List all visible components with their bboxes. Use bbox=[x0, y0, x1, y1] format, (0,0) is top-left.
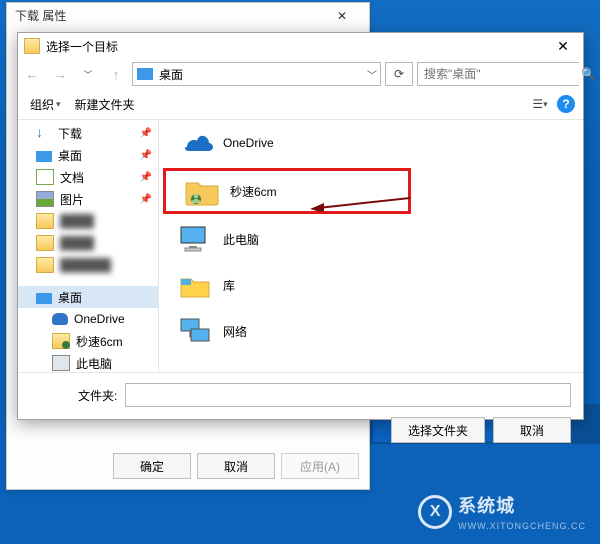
onedrive-icon bbox=[177, 127, 213, 159]
help-icon[interactable]: ? bbox=[557, 95, 575, 113]
user-folder-icon bbox=[184, 175, 220, 207]
picker-title: 选择一个目标 bbox=[46, 38, 118, 55]
list-item-thispc[interactable]: 此电脑 bbox=[159, 216, 583, 262]
file-list: OneDrive 秒速6cm 此电脑 bbox=[159, 120, 583, 372]
chevron-down-icon[interactable]: ﹀ bbox=[364, 67, 380, 82]
desktop-icon bbox=[36, 151, 52, 162]
pin-icon: 📌 bbox=[140, 194, 152, 205]
folder-input[interactable] bbox=[125, 383, 571, 407]
address-bar[interactable]: ﹀ bbox=[132, 62, 381, 86]
sidebar-item-pictures[interactable]: 图片📌 bbox=[18, 188, 158, 210]
pin-icon: 📌 bbox=[140, 150, 152, 161]
watermark-brand: 系统城 bbox=[458, 496, 515, 516]
up-icon[interactable]: ↑ bbox=[104, 62, 128, 86]
sidebar-item-thispc[interactable]: 此电脑 bbox=[18, 352, 158, 372]
this-pc-icon bbox=[52, 355, 70, 371]
pictures-icon bbox=[36, 191, 54, 207]
properties-title: 下载 属性 bbox=[15, 3, 66, 29]
desktop-icon bbox=[137, 68, 153, 80]
folder-icon bbox=[36, 257, 54, 273]
back-icon: ← bbox=[20, 62, 44, 86]
watermark-domain: WWW.XITONGCHENG.CC bbox=[458, 521, 586, 531]
user-folder-icon bbox=[52, 333, 70, 349]
pin-icon: 📌 bbox=[140, 128, 152, 139]
sidebar-item-blurred[interactable]: ████ bbox=[18, 232, 158, 254]
navigation-sidebar: 下载📌 桌面📌 文档📌 图片📌 ████ ████ ██████ 桌面 OneD… bbox=[18, 120, 159, 372]
sidebar-item-desktop-root[interactable]: 桌面 bbox=[18, 286, 158, 308]
cancel-button[interactable]: 取消 bbox=[493, 417, 571, 443]
this-pc-icon bbox=[177, 223, 213, 255]
pin-icon: 📌 bbox=[140, 172, 152, 183]
sidebar-item-user[interactable]: 秒速6cm bbox=[18, 330, 158, 352]
organize-menu[interactable]: 组织 ▾ bbox=[26, 94, 65, 115]
search-box[interactable]: 🔍 bbox=[417, 62, 579, 86]
ok-button[interactable]: 确定 bbox=[113, 453, 191, 479]
cancel-button[interactable]: 取消 bbox=[197, 453, 275, 479]
folder-label: 文件夹: bbox=[78, 387, 117, 404]
sidebar-item-documents[interactable]: 文档📌 bbox=[18, 166, 158, 188]
folder-picker-window: 选择一个目标 ✕ ← → ﹀ ↑ ﹀ ⟳ 🔍 组织 ▾ 新建文件夹 bbox=[17, 32, 584, 420]
folder-icon bbox=[36, 235, 54, 251]
sidebar-item-downloads[interactable]: 下载📌 bbox=[18, 122, 158, 144]
documents-icon bbox=[36, 169, 54, 185]
libraries-icon bbox=[177, 269, 213, 301]
forward-icon: → bbox=[48, 62, 72, 86]
sidebar-item-desktop[interactable]: 桌面📌 bbox=[18, 144, 158, 166]
chevron-down-icon: ▾ bbox=[56, 99, 61, 110]
folder-icon bbox=[36, 213, 54, 229]
sidebar-item-blurred[interactable]: ████ bbox=[18, 210, 158, 232]
search-icon[interactable]: 🔍 bbox=[581, 67, 596, 81]
folder-icon bbox=[24, 38, 40, 54]
close-icon[interactable]: ✕ bbox=[323, 3, 361, 29]
search-input[interactable] bbox=[418, 63, 581, 85]
desktop-icon bbox=[36, 293, 52, 304]
list-item-network[interactable]: 网络 bbox=[159, 308, 583, 354]
view-options-icon[interactable]: ☰▾ bbox=[529, 93, 551, 115]
list-item-user-folder[interactable]: 秒速6cm bbox=[163, 168, 411, 214]
close-icon[interactable]: ✕ bbox=[543, 33, 583, 59]
network-icon bbox=[177, 315, 213, 347]
refresh-icon[interactable]: ⟳ bbox=[385, 62, 413, 86]
list-item-onedrive[interactable]: OneDrive bbox=[159, 120, 583, 166]
watermark: X 系统城 WWW.XITONGCHENG.CC bbox=[418, 492, 586, 532]
new-folder-button[interactable]: 新建文件夹 bbox=[71, 94, 139, 115]
address-input[interactable] bbox=[157, 63, 364, 85]
select-folder-button[interactable]: 选择文件夹 bbox=[391, 417, 485, 443]
sidebar-item-onedrive[interactable]: OneDrive bbox=[18, 308, 158, 330]
onedrive-icon bbox=[52, 313, 68, 325]
apply-button: 应用(A) bbox=[281, 453, 359, 479]
list-item-libraries[interactable]: 库 bbox=[159, 262, 583, 308]
history-dropdown-icon[interactable]: ﹀ bbox=[76, 62, 100, 86]
downloads-icon bbox=[36, 126, 52, 140]
sidebar-item-blurred[interactable]: ██████ bbox=[18, 254, 158, 276]
